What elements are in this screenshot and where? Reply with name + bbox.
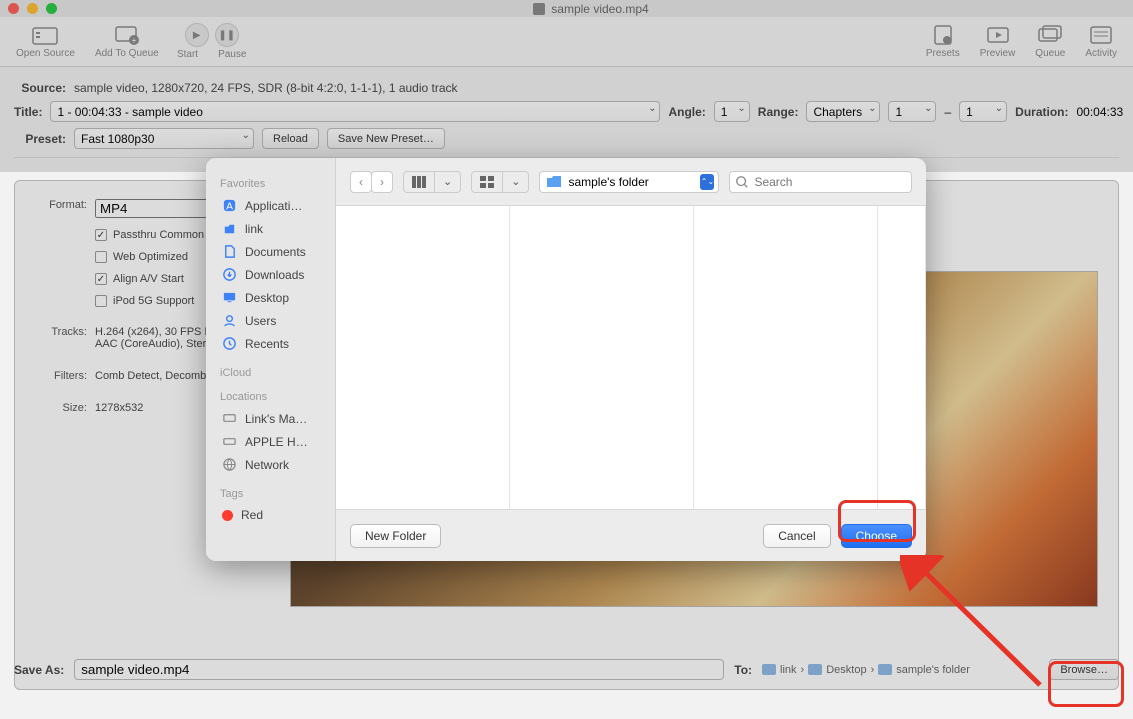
open-source-button[interactable]: Open Source [16, 24, 75, 59]
start-label: Start [177, 49, 198, 60]
red-tag-icon [222, 510, 233, 521]
dialog-sidebar: Favorites AApplicati… link Documents Dow… [206, 158, 336, 561]
columns-view-icon[interactable] [404, 172, 435, 192]
sidebar-item-mac[interactable]: Link's Ma… [216, 407, 325, 430]
close-icon[interactable] [8, 3, 19, 14]
sidebar-item-documents[interactable]: Documents [216, 240, 325, 263]
range-label: Range: [758, 105, 799, 119]
group-mode-segment[interactable]: ⌄ [471, 171, 529, 193]
group-dropdown-icon[interactable]: ⌄ [503, 172, 528, 192]
sidebar-item-drive[interactable]: APPLE H… [216, 430, 325, 453]
file-icon [533, 3, 545, 15]
main-toolbar: Open Source + Add To Queue ▶ ❚❚ Start Pa… [0, 17, 1133, 67]
destination-breadcrumbs[interactable]: link › Desktop › sample's folder [762, 664, 970, 676]
sidebar-item-users[interactable]: Users [216, 309, 325, 332]
range-sep: – [944, 105, 951, 119]
window-title: sample video.mp4 [551, 2, 648, 16]
sidebar-item-applications[interactable]: AApplicati… [216, 194, 325, 217]
zoom-icon[interactable] [46, 3, 57, 14]
angle-select[interactable]: 1 [714, 101, 750, 122]
nav-back-button[interactable]: ‹ [350, 171, 372, 193]
filters-label: Filters: [33, 370, 87, 382]
range-to-select[interactable]: 1 [959, 101, 1007, 122]
choose-button[interactable]: Choose [841, 524, 912, 548]
sidebar-item-desktop[interactable]: Desktop [216, 286, 325, 309]
source-label: Source: [14, 81, 66, 95]
align-av-checkbox[interactable] [95, 273, 107, 285]
ipod-checkbox[interactable] [95, 295, 107, 307]
grid-view-icon[interactable] [472, 172, 503, 192]
path-selector[interactable]: sample's folder ⌃⌄ [539, 171, 719, 193]
size-label: Size: [33, 402, 87, 414]
pause-button[interactable]: ❚❚ [215, 23, 239, 47]
duration-label: Duration: [1015, 105, 1068, 119]
path-dropdown-icon: ⌃⌄ [700, 174, 714, 190]
format-label: Format: [33, 199, 87, 218]
sidebar-item-downloads[interactable]: Downloads [216, 263, 325, 286]
range-mode-select[interactable]: Chapters [806, 101, 880, 122]
format-select[interactable]: MP4 [95, 199, 223, 218]
view-mode-segment[interactable]: ⌄ [403, 171, 461, 193]
source-text: sample video, 1280x720, 24 FPS, SDR (8-b… [74, 81, 458, 95]
web-optimized-checkbox[interactable] [95, 251, 107, 263]
nav-forward-button[interactable]: › [371, 171, 393, 193]
svg-text:A: A [226, 201, 233, 212]
favorites-header: Favorites [220, 178, 321, 190]
sidebar-item-link[interactable]: link [216, 217, 325, 240]
folder-icon [762, 664, 776, 675]
sidebar-tag-red[interactable]: Red [216, 504, 325, 526]
cancel-button[interactable]: Cancel [763, 524, 830, 548]
range-from-select[interactable]: 1 [888, 101, 936, 122]
view-dropdown-icon[interactable]: ⌄ [435, 172, 460, 192]
angle-label: Angle: [668, 105, 705, 119]
add-queue-button[interactable]: + Add To Queue [95, 24, 159, 59]
title-label: Title: [14, 105, 42, 119]
saveas-label: Save As: [14, 663, 64, 677]
saveas-input[interactable] [74, 659, 724, 680]
file-browser-columns[interactable] [336, 206, 926, 509]
locations-header: Locations [220, 391, 321, 403]
presets-button[interactable]: Presets [926, 24, 960, 59]
sidebar-item-recents[interactable]: Recents [216, 332, 325, 355]
queue-button[interactable]: Queue [1035, 24, 1065, 59]
search-icon [735, 175, 749, 189]
browse-button[interactable]: Browse… [1049, 659, 1119, 680]
to-label: To: [734, 663, 752, 677]
preview-button[interactable]: Preview [980, 24, 1016, 59]
minimize-icon[interactable] [27, 3, 38, 14]
activity-button[interactable]: Activity [1085, 24, 1117, 59]
preset-select[interactable]: Fast 1080p30 [74, 128, 254, 149]
passthru-checkbox[interactable] [95, 229, 107, 241]
window-titlebar: sample video.mp4 [0, 0, 1133, 17]
folder-icon [878, 664, 892, 675]
svg-text:+: + [131, 36, 136, 45]
icloud-header: iCloud [220, 367, 321, 379]
folder-icon [808, 664, 822, 675]
new-folder-button[interactable]: New Folder [350, 524, 441, 548]
folder-picker-dialog: Favorites AApplicati… link Documents Dow… [206, 158, 926, 561]
preset-label: Preset: [14, 132, 66, 146]
reload-button[interactable]: Reload [262, 128, 319, 149]
pause-label: Pause [218, 49, 246, 60]
duration-value: 00:04:33 [1076, 105, 1123, 119]
tracks-label: Tracks: [33, 326, 87, 350]
sidebar-item-network[interactable]: Network [216, 453, 325, 476]
start-button[interactable]: ▶ [185, 23, 209, 47]
title-select[interactable]: 1 - 00:04:33 - sample video [50, 101, 660, 122]
tags-header: Tags [220, 488, 321, 500]
search-input[interactable] [729, 171, 912, 193]
save-preset-button[interactable]: Save New Preset… [327, 128, 445, 149]
